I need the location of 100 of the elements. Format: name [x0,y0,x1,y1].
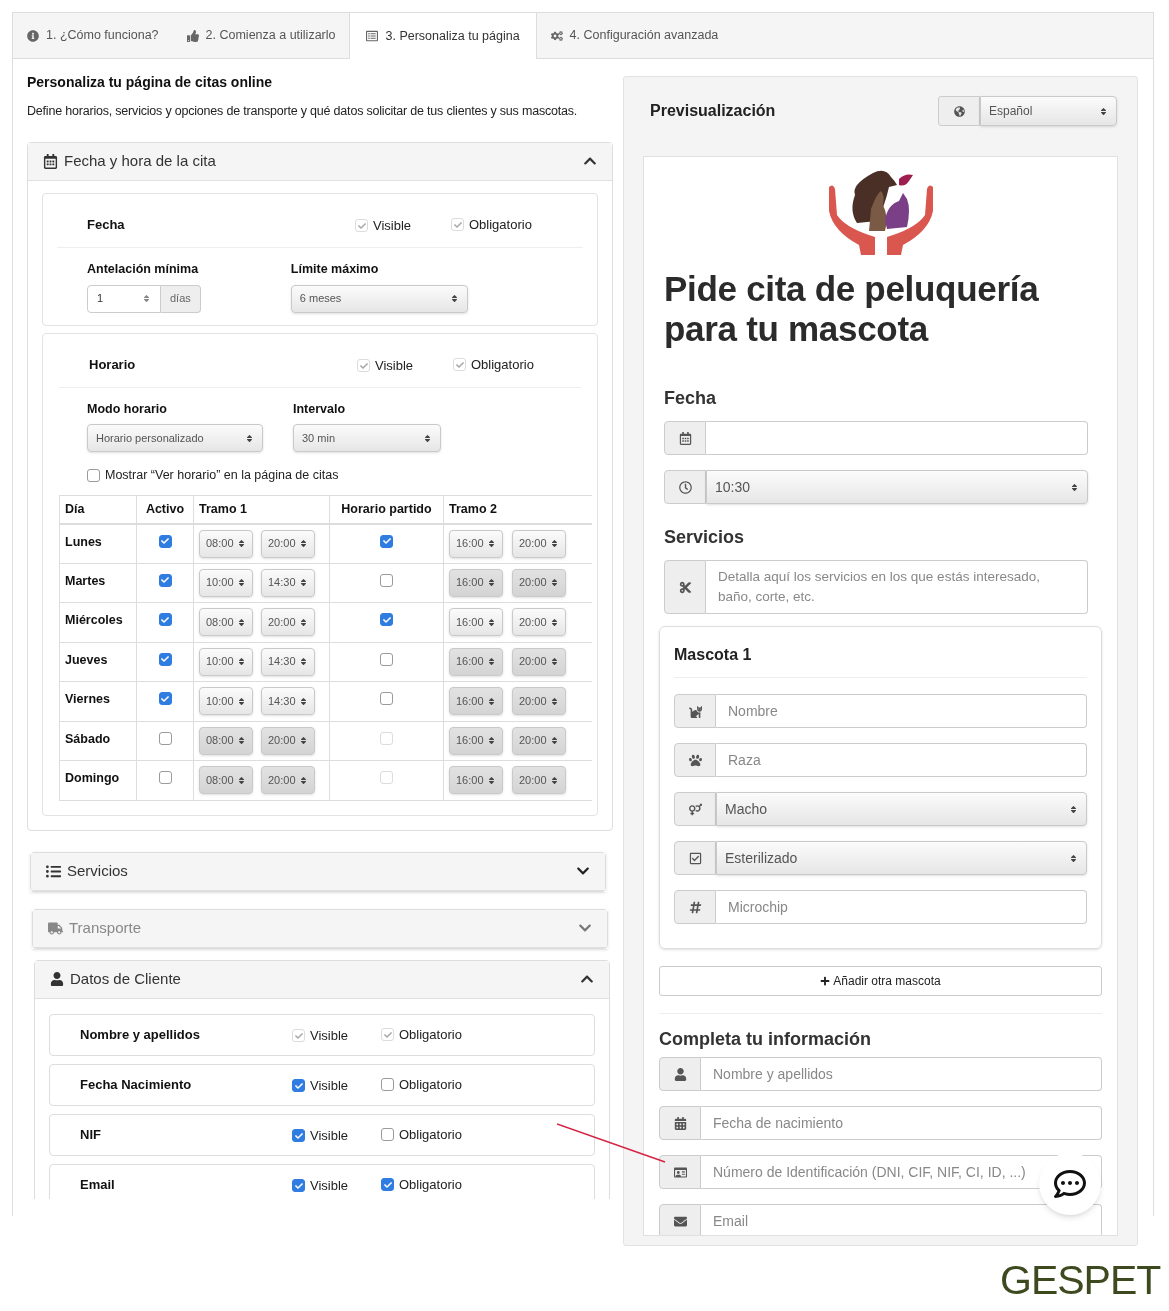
pet-select[interactable]: Macho [716,792,1087,826]
checkbox[interactable] [158,731,172,745]
checkbox[interactable] [380,534,393,548]
sort-icon [299,696,308,706]
time-select[interactable]: 16:00 [449,608,503,636]
time-select[interactable]: 14:30 [261,568,315,597]
time-select[interactable]: 10:00 [199,687,253,715]
add-pet-button[interactable]: Añadir otra mascota [659,966,1102,996]
time-select[interactable]: 20:00 [261,766,315,794]
checkbox[interactable] [158,613,172,626]
field-label: Email [80,1175,116,1194]
preview-heading: Pide cita de peluquería para tu mascota [664,269,1040,349]
time-select[interactable]: 10:00 [199,568,253,597]
checkbox[interactable] [292,1179,305,1192]
time-select[interactable]: 20:00 [512,529,566,558]
date-field[interactable] [706,421,1088,455]
services-field[interactable]: Detalla aquí los servicios en los que estás interesado, baño, corte, etc. [706,560,1088,614]
accordion-header[interactable]: Datos de Cliente [35,960,609,999]
pet-select[interactable]: Esterilizado [716,841,1087,875]
checkbox[interactable] [87,469,100,483]
checkbox-icon [688,851,702,865]
tab[interactable]: 3. Personaliza tu página [349,13,537,59]
time-select[interactable]: 08:00 [199,608,253,636]
pet-field[interactable]: Nombre [716,694,1087,728]
check-icon [357,221,366,230]
time-select[interactable]: 16:00 [449,647,503,676]
checkbox[interactable] [158,692,172,705]
checkbox[interactable] [381,1078,394,1091]
checkbox[interactable] [158,534,172,548]
time-select[interactable]: 08:00 [199,726,253,755]
limit-select[interactable]: 6 meses [290,284,468,313]
time-select[interactable]: 20:00 [512,726,566,755]
time-select[interactable]: 20:00 [261,726,315,755]
time-select[interactable]: 14:30 [261,647,315,676]
time-select[interactable]: 16:00 [449,687,503,715]
sort-icon [237,539,246,548]
sort-icon [487,736,496,745]
accordion-header[interactable]: Servicios [31,852,605,891]
column-header: Día [59,495,137,524]
sort-icon [487,696,496,706]
client-field[interactable]: Nombre y apellidos [701,1057,1102,1091]
time-select[interactable]: 10:30 [706,470,1088,504]
brand-logo: GESPET [1000,1260,1161,1301]
client-field[interactable]: Fecha de nacimiento [701,1106,1102,1140]
sort-icon [550,775,559,785]
number-field[interactable]: 1 [87,284,161,313]
checkbox[interactable] [158,573,172,587]
day-cell: Martes [59,563,137,603]
checkbox[interactable] [380,613,393,626]
time-select[interactable]: 16:00 [449,726,503,755]
client-field[interactable]: Número de Identificación (DNI, CIF, NIF, CI, ID, ...) [701,1155,1102,1189]
tab[interactable]: 4. Configuración avanzada [536,13,733,58]
sort-icon [487,657,496,666]
check-icon [161,537,169,545]
tab[interactable]: 1. ¿Cómo funciona? [13,13,173,58]
time-select[interactable]: 20:00 [512,568,566,597]
pet-field[interactable]: Microchip [716,890,1087,924]
checkbox-label: Obligatorio [399,1175,462,1194]
day-cell: Jueves [59,642,137,682]
check-icon [383,1180,392,1189]
time-select[interactable]: 20:00 [261,608,315,636]
sort-icon [1069,804,1078,814]
time-select[interactable]: 08:00 [199,529,253,558]
scissors-icon [678,580,692,594]
spinner-icon [142,294,151,303]
checkbox[interactable] [158,771,172,784]
checkbox[interactable] [381,1128,394,1141]
time-select[interactable]: 20:00 [261,529,315,558]
day-cell: Miércoles [59,602,137,642]
checkbox[interactable] [292,1079,305,1092]
checkbox[interactable] [380,573,393,587]
time-select[interactable]: 10:00 [199,647,253,676]
interval-select[interactable]: 30 min [293,424,441,453]
checkbox[interactable] [380,692,393,705]
sort-icon [449,294,459,303]
checkbox[interactable] [381,1178,394,1191]
checkbox[interactable] [158,652,172,666]
time-select[interactable]: 08:00 [199,766,253,794]
time-select[interactable]: 20:00 [512,687,566,715]
check-icon [161,615,169,624]
day-cell: Sábado [59,721,137,761]
pet-field[interactable]: Raza [716,743,1087,777]
check-icon [294,1181,303,1190]
time-select[interactable]: 16:00 [449,529,503,558]
sort-icon [237,736,246,745]
time-select[interactable]: 20:00 [512,766,566,794]
time-select[interactable]: 16:00 [449,766,503,794]
language-select[interactable]: Español [980,96,1117,126]
checkbox[interactable] [380,652,393,666]
time-select[interactable]: 14:30 [261,687,315,715]
accordion-header[interactable]: Fecha y hora de la cita [28,142,612,181]
check-icon [382,537,391,545]
checkbox-label: Mostrar “Ver horario” en la página de citas [105,467,339,485]
tab[interactable]: 2. Comienza a utilizarlo [172,13,350,58]
time-select[interactable]: 20:00 [512,647,566,676]
mode-select[interactable]: Horario personalizado [87,424,263,453]
time-select[interactable]: 16:00 [449,568,503,597]
checkbox-label: Visible [373,217,412,235]
checkbox[interactable] [292,1129,305,1142]
time-select[interactable]: 20:00 [512,608,566,636]
